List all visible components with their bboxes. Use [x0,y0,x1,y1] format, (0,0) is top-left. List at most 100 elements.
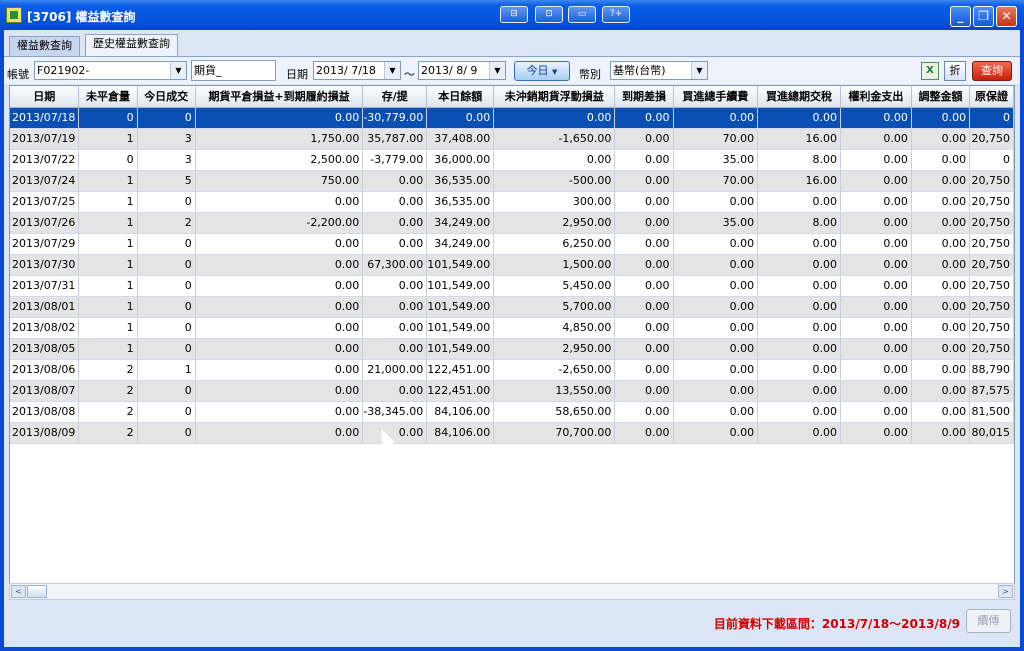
fold-button[interactable]: 折 [944,61,966,81]
table-row[interactable]: 2013/07/19 1 3 1,750.00 35,787.00 37,408.00 -1… [10,128,1014,150]
query-button[interactable]: 查詢 [972,61,1012,81]
chevron-down-icon: ▼ [552,68,558,76]
scroll-left-icon[interactable]: < [11,585,26,598]
column-header[interactable]: 存/提 [362,86,428,108]
table-row[interactable]: 2013/08/09 2 0 0.00 0.00 84,106.00 70,700.00 0.… [10,422,1014,444]
table-cell: 0.00 [195,275,364,297]
table-row[interactable]: 2013/07/26 1 2 -2,200.00 0.00 34,249.00 2,950.… [10,212,1014,234]
date-from-picker[interactable]: 2013/ 7/18 ▼ [313,61,401,80]
chevron-down-icon: ▼ [489,62,505,79]
tab-history-equity-query[interactable]: 歷史權益數查詢 [85,34,178,57]
table-row[interactable]: 2013/08/07 2 0 0.00 0.00 122,451.00 13,550.00 0… [10,380,1014,402]
column-header[interactable]: 買進總手續費 [673,86,759,108]
table-cell: 0.00 [614,317,674,339]
table-row[interactable]: 2013/07/24 1 5 750.00 0.00 36,535.00 -500.00 0.… [10,170,1014,192]
table-row[interactable]: 2013/08/06 2 1 0.00 21,000.00 122,451.00 -2,65… [10,359,1014,381]
column-header[interactable]: 到期差損 [614,86,674,108]
table-cell: -1,650.00 [493,128,616,150]
layout-icon[interactable]: ⊟ [500,6,528,23]
today-button[interactable]: 今日 ▼ [514,61,570,81]
table-row[interactable]: 2013/07/29 1 0 0.00 0.00 34,249.00 6,250.00 0.0… [10,233,1014,255]
table-cell: 1 [78,296,138,318]
table-row[interactable]: 2013/08/08 2 0 0.00 -38,345.00 84,106.00 58,65… [10,401,1014,423]
column-header[interactable]: 日期 [10,86,80,108]
table-cell: 0.00 [911,128,971,150]
minimize-button[interactable]: _ [950,6,971,27]
window-icon[interactable]: ⊡ [535,6,563,23]
title-bar[interactable]: [3706] 權益數查詢 ⊟ ⊡ ▭ ?+ _ ❐ ✕ [0,0,1024,30]
table-cell: 0.00 [911,254,971,276]
account-select[interactable]: F021902- ▼ [34,61,187,80]
date-to-picker[interactable]: 2013/ 8/ 9 ▼ [418,61,506,80]
table-cell: 1,750.00 [195,128,364,150]
table-cell: 20,750 [969,296,1014,318]
scroll-thumb[interactable] [27,585,47,598]
table-cell: 0 [137,338,196,360]
table-cell: 20,750 [969,338,1014,360]
table-cell: 0.00 [195,422,364,444]
table-row[interactable]: 2013/07/22 0 3 2,500.00 -3,779.00 36,000.00 0.… [10,149,1014,171]
table-cell: -500.00 [493,170,616,192]
currency-select[interactable]: 基幣(台幣) ▼ [610,61,708,80]
excel-export-icon[interactable]: X [921,62,939,80]
table-cell: 20,750 [969,275,1014,297]
table-cell: 2013/08/02 [10,317,80,339]
table-row[interactable]: 2013/08/01 1 0 0.00 0.00 101,549.00 5,700.00 0.… [10,296,1014,318]
column-header[interactable]: 原保證 [969,86,1014,108]
column-header[interactable]: 今日成交 [137,86,196,108]
history-equity-grid[interactable]: 日期 未平倉量 今日成交 期貨平倉損益+到期履約損益 存/提 本日餘額 未沖銷期貨浮動損益到… [9,85,1015,588]
table-cell: 20,750 [969,233,1014,255]
table-cell: 0.00 [195,401,364,423]
tab-equity-query[interactable]: 權益數查詢 [9,36,80,56]
table-cell: 87,575 [969,380,1014,402]
pin-icon[interactable]: ▭ [568,6,596,23]
table-cell: 0.00 [362,422,428,444]
table-cell: 0.00 [757,380,841,402]
table-cell: 0 [137,296,196,318]
table-cell: 58,650.00 [493,401,616,423]
column-header[interactable]: 調整金額 [911,86,971,108]
table-cell: 0.00 [911,233,971,255]
table-cell: 0.00 [840,128,912,150]
table-cell: 0 [137,254,196,276]
column-header[interactable]: 未沖銷期貨浮動損益 [493,86,616,108]
table-cell: 0.00 [840,338,912,360]
table-row[interactable]: 2013/08/05 1 0 0.00 0.00 101,549.00 2,950.00 0.… [10,338,1014,360]
table-cell: 2013/07/24 [10,170,80,192]
column-header[interactable]: 本日餘額 [426,86,495,108]
table-row[interactable]: 2013/07/31 1 0 0.00 0.00 101,549.00 5,450.00 0.… [10,275,1014,297]
table-cell: 0.00 [840,212,912,234]
scroll-right-icon[interactable]: > [998,585,1013,598]
table-cell: 0.00 [840,380,912,402]
table-cell: 0.00 [362,275,428,297]
table-cell: 0.00 [911,275,971,297]
continue-download-button[interactable]: 續傳 [966,609,1011,633]
table-cell: 20,750 [969,170,1014,192]
table-cell: 0.00 [757,359,841,381]
table-row[interactable]: 2013/08/02 1 0 0.00 0.00 101,549.00 4,850.00 0.… [10,317,1014,339]
close-button[interactable]: ✕ [996,6,1017,27]
table-cell: 3 [137,128,196,150]
table-row[interactable]: 2013/07/18 0 0 0.00 -30,779.00 0.00 0.00 0.00 0.… [10,107,1014,129]
column-header[interactable]: 未平倉量 [78,86,138,108]
table-cell: 0.00 [757,275,841,297]
help-icon[interactable]: ?+ [602,6,630,23]
table-cell: 0.00 [673,275,759,297]
table-cell: 70.00 [673,128,759,150]
column-header[interactable]: 期貨平倉損益+到期履約損益 [195,86,364,108]
product-input[interactable]: 期貨_ [191,60,276,81]
table-cell: 2013/07/30 [10,254,80,276]
column-header[interactable]: 權利金支出 [840,86,912,108]
table-cell: -30,779.00 [362,107,428,129]
date-label: 日期 [286,68,308,81]
today-label: 今日 [526,64,549,77]
table-cell: 3 [137,149,196,171]
maximize-button[interactable]: ❐ [973,6,994,27]
table-cell: 0.00 [426,107,495,129]
horizontal-scrollbar[interactable]: < > [9,583,1015,600]
table-cell: 0.00 [757,422,841,444]
table-cell: 0.00 [614,191,674,213]
table-row[interactable]: 2013/07/30 1 0 0.00 67,300.00 101,549.00 1,500… [10,254,1014,276]
column-header[interactable]: 買進總期交稅 [757,86,841,108]
table-row[interactable]: 2013/07/25 1 0 0.00 0.00 36,535.00 300.00 0.00 0… [10,191,1014,213]
